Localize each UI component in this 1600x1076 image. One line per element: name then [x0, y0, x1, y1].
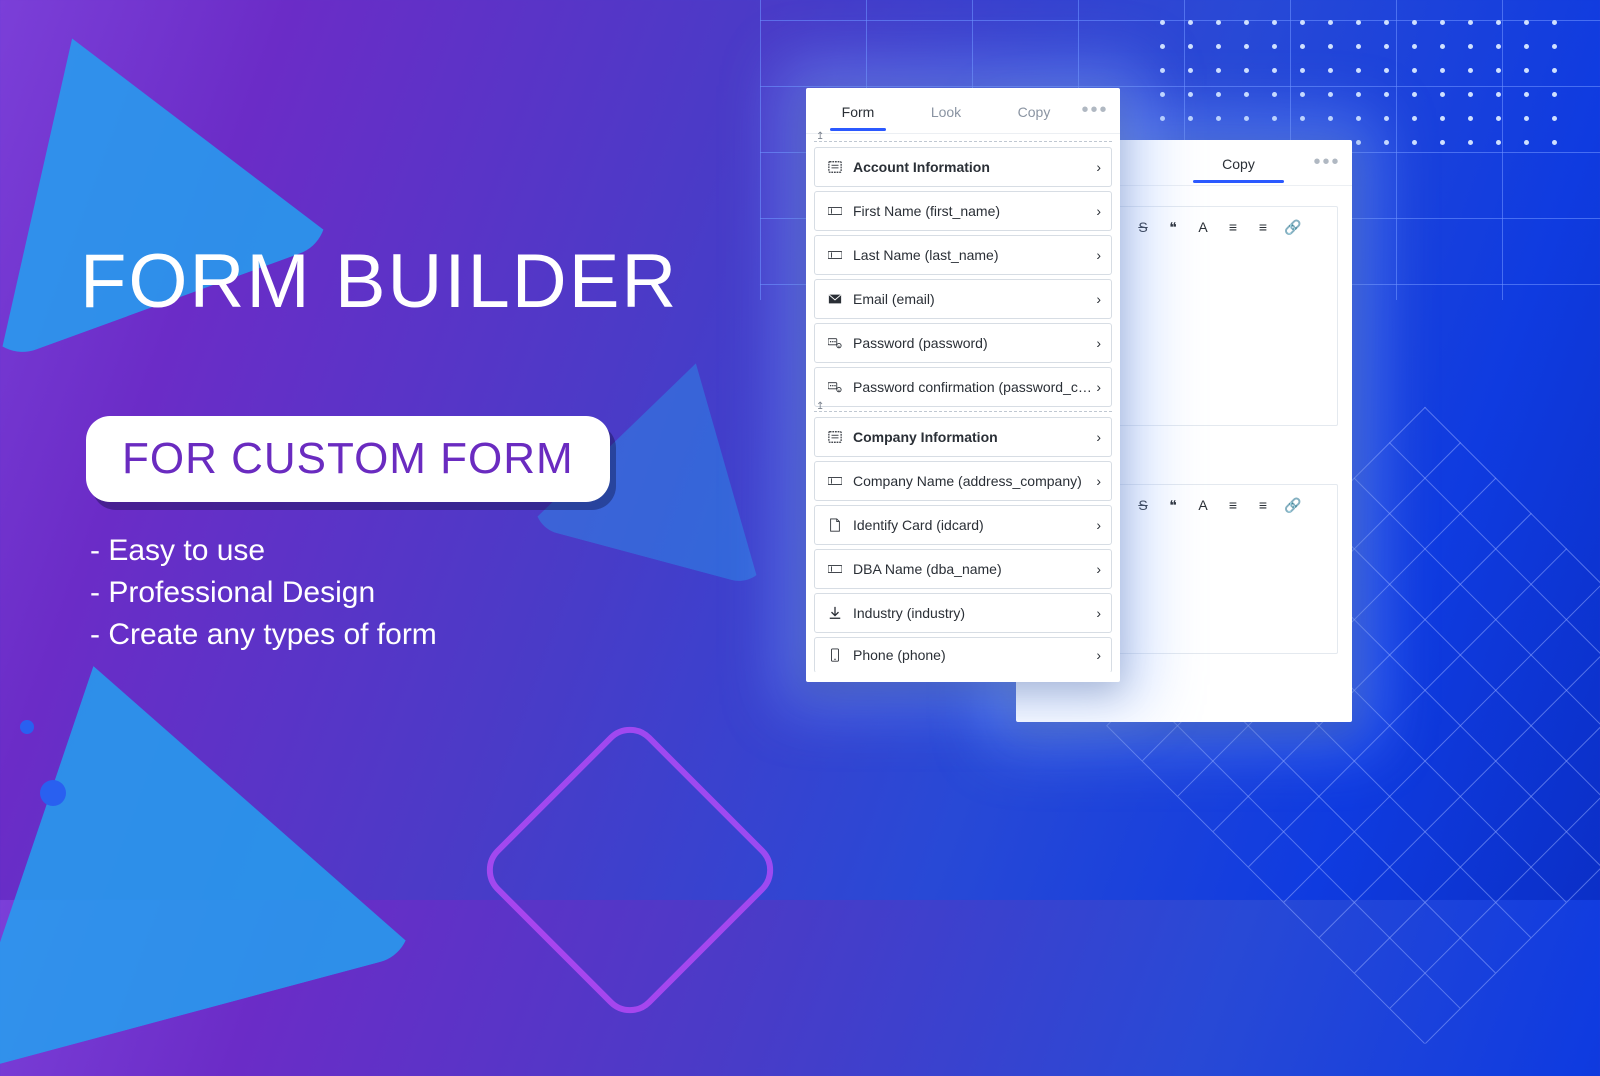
- field-label: Identify Card (idcard): [853, 517, 1096, 533]
- decor-square: [474, 714, 785, 1025]
- chevron-right-icon: ›: [1096, 291, 1101, 307]
- strikethrough-icon[interactable]: S: [1133, 217, 1153, 237]
- phone-icon: [825, 648, 845, 662]
- indent-icon[interactable]: ≡: [1223, 495, 1243, 515]
- section-header[interactable]: Account Information ›: [814, 147, 1112, 187]
- chevron-right-icon: ›: [1096, 517, 1101, 533]
- quote-icon[interactable]: ❝: [1163, 217, 1183, 237]
- section-header-label: Company Information: [853, 429, 1096, 445]
- form-builder-panel: Form Look Copy ••• Account Information ›…: [806, 88, 1120, 682]
- field-item[interactable]: Company Name (address_company) ›: [814, 461, 1112, 501]
- tab-form[interactable]: Form: [814, 92, 902, 130]
- text-input-icon: [825, 204, 845, 218]
- subheadline-pill: FOR CUSTOM FORM: [86, 416, 610, 502]
- field-label: First Name (first_name): [853, 203, 1096, 219]
- chevron-right-icon: ›: [1096, 247, 1101, 263]
- chevron-right-icon: ›: [1096, 429, 1101, 445]
- tab-copy[interactable]: Copy: [990, 92, 1078, 130]
- text-input-icon: [825, 248, 845, 262]
- quote-icon[interactable]: ❝: [1163, 495, 1183, 515]
- field-item[interactable]: Identify Card (idcard) ›: [814, 505, 1112, 545]
- strikethrough-icon[interactable]: S: [1133, 495, 1153, 515]
- field-label: Phone (phone): [853, 647, 1096, 663]
- more-icon[interactable]: •••: [1310, 151, 1344, 174]
- field-item[interactable]: Last Name (last_name) ›: [814, 235, 1112, 275]
- chevron-right-icon: ›: [1096, 203, 1101, 219]
- chevron-right-icon: ›: [1096, 561, 1101, 577]
- chevron-right-icon: ›: [1096, 647, 1101, 663]
- link-icon[interactable]: 🔗: [1283, 495, 1303, 515]
- tab-look[interactable]: Look: [902, 92, 990, 130]
- headline: FORM BUILDER: [80, 238, 678, 325]
- align-icon[interactable]: ≡: [1253, 495, 1273, 515]
- file-icon: [825, 518, 845, 532]
- field-item[interactable]: Password confirmation (password_confirma…: [814, 367, 1112, 407]
- bullet-item: - Create any types of form: [90, 614, 437, 656]
- color-icon[interactable]: A: [1193, 495, 1213, 515]
- field-label: Last Name (last_name): [853, 247, 1096, 263]
- tab-copy[interactable]: Copy: [1167, 144, 1310, 182]
- section-header-label: Account Information: [853, 159, 1096, 175]
- decor-circle: [20, 720, 34, 734]
- bullet-item: - Easy to use: [90, 530, 437, 572]
- tabs: Form Look Copy •••: [806, 88, 1120, 134]
- field-item[interactable]: Email (email) ›: [814, 279, 1112, 319]
- indent-icon[interactable]: ≡: [1223, 217, 1243, 237]
- section-header[interactable]: Company Information ›: [814, 417, 1112, 457]
- align-icon[interactable]: ≡: [1253, 217, 1273, 237]
- field-label: Password (password): [853, 335, 1096, 351]
- field-item[interactable]: Phone (phone) ›: [814, 637, 1112, 673]
- field-label: Industry (industry): [853, 605, 1096, 621]
- chevron-right-icon: ›: [1096, 473, 1101, 489]
- text-input-icon: [825, 562, 845, 576]
- color-icon[interactable]: A: [1193, 217, 1213, 237]
- password-icon: [825, 380, 845, 394]
- bullet-item: - Professional Design: [90, 572, 437, 614]
- decor-circle: [40, 780, 66, 806]
- field-list: Account Information › First Name (first_…: [806, 134, 1120, 673]
- more-icon[interactable]: •••: [1078, 99, 1112, 122]
- chevron-right-icon: ›: [1096, 159, 1101, 175]
- field-item[interactable]: Industry (industry) ›: [814, 593, 1112, 633]
- password-icon: [825, 336, 845, 350]
- email-icon: [825, 292, 845, 306]
- link-icon[interactable]: 🔗: [1283, 217, 1303, 237]
- field-item[interactable]: DBA Name (dba_name) ›: [814, 549, 1112, 589]
- chevron-right-icon: ›: [1096, 335, 1101, 351]
- decor-dot-grid: [1160, 20, 1580, 160]
- chevron-right-icon: ›: [1096, 379, 1101, 395]
- bullet-list: - Easy to use - Professional Design - Cr…: [90, 530, 437, 656]
- field-label: DBA Name (dba_name): [853, 561, 1096, 577]
- section-separator: [814, 411, 1112, 412]
- field-item[interactable]: First Name (first_name) ›: [814, 191, 1112, 231]
- field-label: Password confirmation (password_confirma…: [853, 379, 1096, 395]
- chevron-right-icon: ›: [1096, 605, 1101, 621]
- field-item[interactable]: Password (password) ›: [814, 323, 1112, 363]
- field-label: Company Name (address_company): [853, 473, 1096, 489]
- section-separator: [814, 141, 1112, 142]
- field-label: Email (email): [853, 291, 1096, 307]
- section-icon: [825, 160, 845, 174]
- decor-triangle: [0, 604, 418, 1076]
- section-icon: [825, 430, 845, 444]
- text-input-icon: [825, 474, 845, 488]
- download-icon: [825, 606, 845, 620]
